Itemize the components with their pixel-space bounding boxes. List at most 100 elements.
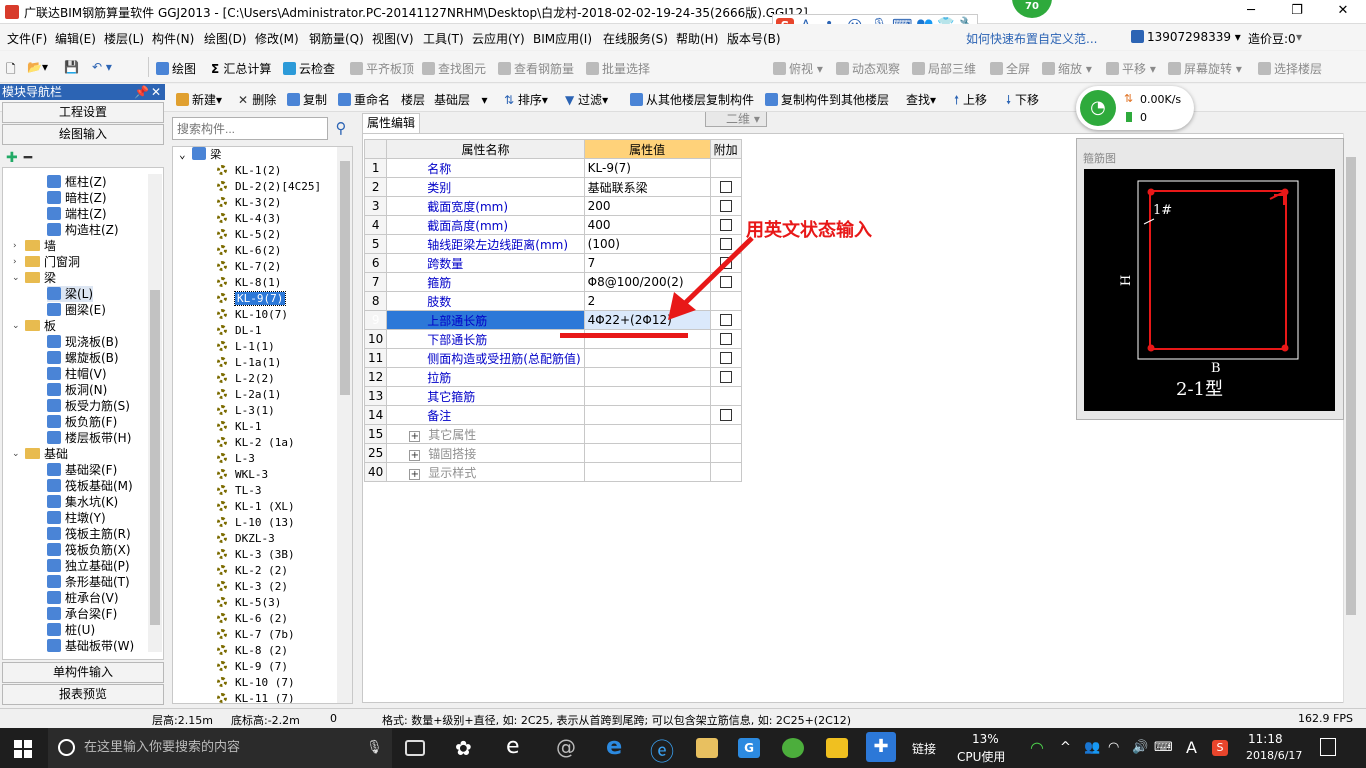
user-account[interactable]: 13907298339 ▾	[1131, 30, 1241, 44]
align-slab-button[interactable]: 平齐板顶	[350, 60, 414, 77]
single-component-input-button[interactable]: 单构件输入	[2, 662, 164, 683]
expand-opening-icon[interactable]: ›	[13, 257, 22, 267]
collapse-slab-icon[interactable]: ⌄	[12, 321, 21, 331]
menu-modify[interactable]: 修改(M)	[255, 30, 299, 47]
expand-plus-icon[interactable]: +	[409, 430, 421, 442]
component-item[interactable]: KL-3 (2)	[217, 579, 288, 595]
attach-checkbox[interactable]	[719, 219, 732, 231]
component-item[interactable]: KL-2 (1a)	[217, 435, 295, 451]
pin-icon[interactable]: 📌	[134, 84, 149, 100]
cloud-check-button[interactable]: 云检查	[283, 60, 335, 77]
select-floor-button[interactable]: 选择楼层	[1258, 60, 1322, 77]
filter-button[interactable]: ▼ 过滤▾	[565, 91, 608, 108]
copy-button[interactable]: 复制	[287, 91, 327, 108]
table-row[interactable]: 13 其它箍筋	[363, 386, 742, 406]
table-row-group[interactable]: 40 + 显示样式	[363, 462, 742, 482]
nav-item-strip-footing[interactable]: 条形基础(T)	[47, 574, 130, 590]
tab-property-edit[interactable]: 属性编辑	[362, 113, 420, 133]
nav-group-openings[interactable]: 门窗洞	[25, 254, 80, 270]
summary-calc-button[interactable]: Σ 汇总计算	[211, 60, 271, 77]
expand-plus-icon[interactable]: +	[409, 449, 421, 461]
attach-checkbox[interactable]	[719, 181, 732, 193]
menu-tools[interactable]: 工具(T)	[423, 30, 464, 47]
component-item[interactable]: KL-10 (7)	[217, 675, 295, 691]
file-explorer-icon[interactable]	[696, 738, 718, 758]
menu-cloud[interactable]: 云应用(Y)	[472, 30, 525, 47]
component-item[interactable]: DKZL-3	[217, 531, 275, 547]
nav-item-foundation-beam[interactable]: 基础梁(F)	[47, 462, 117, 478]
value-cell[interactable]: 基础联系梁	[583, 177, 711, 197]
component-item[interactable]: L-1(1)	[217, 339, 275, 355]
nav-item-isolated-footing[interactable]: 独立基础(P)	[47, 558, 130, 574]
nav-item-slab-neg-rebar[interactable]: 板负筋(F)	[47, 414, 117, 430]
collapse-beam-icon[interactable]: ⌄	[12, 273, 21, 283]
component-item[interactable]: L-3(1)	[217, 403, 275, 419]
component-item[interactable]: KL-6 (2)	[217, 611, 288, 627]
component-item[interactable]: KL-4(3)	[217, 211, 281, 227]
component-item[interactable]: KL-1(2)	[217, 163, 281, 179]
collapse-all-icon[interactable]: ━	[24, 150, 32, 166]
table-row[interactable]: 2 类别 基础联系梁	[363, 177, 742, 197]
component-item[interactable]: DL-2(2)[4C25]	[217, 179, 321, 195]
nav-item-raft[interactable]: 筏板基础(M)	[47, 478, 133, 494]
green-app-icon[interactable]	[782, 738, 804, 758]
save-icon[interactable]: 💾	[64, 60, 79, 74]
rotate-screen-button[interactable]: 屏幕旋转 ▾	[1168, 60, 1242, 77]
component-item[interactable]: KL-9 (7)	[217, 659, 288, 675]
component-item[interactable]: KL-3(2)	[217, 195, 281, 211]
wifi-tray-icon[interactable]: ◠	[1030, 738, 1044, 757]
component-item[interactable]: L-1a(1)	[217, 355, 281, 371]
component-item[interactable]: KL-3 (3B)	[217, 547, 295, 563]
notification-icon[interactable]	[1320, 738, 1336, 756]
search-icon[interactable]: ⚲	[330, 117, 352, 140]
nav-close-icon[interactable]: ✕	[151, 84, 161, 100]
tray-ime-indicator[interactable]: A	[1186, 738, 1197, 757]
copy-from-floor-button[interactable]: 从其他楼层复制构件	[630, 91, 754, 108]
tray-keyboard-icon[interactable]: ⌨	[1154, 740, 1173, 755]
menu-online[interactable]: 在线服务(S)	[603, 30, 668, 47]
microphone-icon[interactable]: 🎙	[366, 728, 383, 768]
menu-edit[interactable]: 编辑(E)	[55, 30, 96, 47]
floor-select[interactable]: 基础层 ▾	[434, 91, 487, 108]
component-item[interactable]: L-2a(1)	[217, 387, 281, 403]
undo-icon[interactable]: ↶ ▾	[92, 60, 112, 74]
new-button[interactable]: 新建▾	[176, 91, 222, 108]
nav-item-end-column[interactable]: 端柱(Z)	[47, 206, 107, 222]
drawing-input-button[interactable]: 绘图输入	[2, 124, 164, 145]
collapse-foundation-icon[interactable]: ⌄	[12, 449, 21, 459]
expand-wall-icon[interactable]: ›	[13, 241, 22, 251]
clock-date[interactable]: 2018/6/17	[1246, 749, 1302, 762]
menu-version[interactable]: 版本号(B)	[727, 30, 781, 47]
batch-select-button[interactable]: 批量选择	[586, 60, 650, 77]
component-item[interactable]: KL-6(2)	[217, 243, 281, 259]
value-cell[interactable]: 200	[583, 196, 711, 216]
expand-all-icon[interactable]: ✚	[6, 150, 18, 166]
menu-bim[interactable]: BIM应用(I)	[533, 30, 592, 47]
maximize-button[interactable]: ❐	[1274, 0, 1320, 24]
move-down-button[interactable]: 🠗 下移	[1006, 91, 1039, 112]
component-search-input[interactable]	[172, 117, 328, 140]
nav-item-pier[interactable]: 柱墩(Y)	[47, 510, 106, 526]
component-item[interactable]: L-10 (13)	[217, 515, 295, 531]
table-row-group[interactable]: 25 + 锚固搭接	[363, 443, 742, 463]
move-up-button[interactable]: 🠕 上移	[954, 91, 987, 112]
ie-icon[interactable]: ⓔ	[650, 732, 674, 766]
nav-item-cap-beam[interactable]: 承台梁(F)	[47, 606, 117, 622]
component-item[interactable]: L-2(2)	[217, 371, 275, 387]
report-preview-button[interactable]: 报表预览	[2, 684, 164, 705]
nav-scrollbar[interactable]	[148, 174, 162, 652]
project-settings-button[interactable]: 工程设置	[2, 102, 164, 123]
menu-floor[interactable]: 楼层(L)	[104, 30, 144, 47]
new-file-icon[interactable]: 🗋	[6, 60, 16, 81]
table-row-group[interactable]: 15 + 其它属性	[363, 424, 742, 444]
menu-component[interactable]: 构件(N)	[152, 30, 194, 47]
component-item[interactable]: KL-8(1)	[217, 275, 281, 291]
table-row[interactable]: 3 截面宽度(mm) 200	[363, 196, 742, 216]
nav-group-foundation[interactable]: 基础	[25, 446, 68, 462]
component-item[interactable]: WKL-3	[217, 467, 268, 483]
nav-item-construct-column[interactable]: 构造柱(Z)	[47, 222, 119, 238]
zoom-button[interactable]: 缩放 ▾	[1042, 60, 1092, 77]
nav-item-foundation-strip[interactable]: 基础板带(W)	[47, 638, 134, 654]
value-cell[interactable]	[583, 367, 711, 387]
menu-view[interactable]: 视图(V)	[372, 30, 414, 47]
